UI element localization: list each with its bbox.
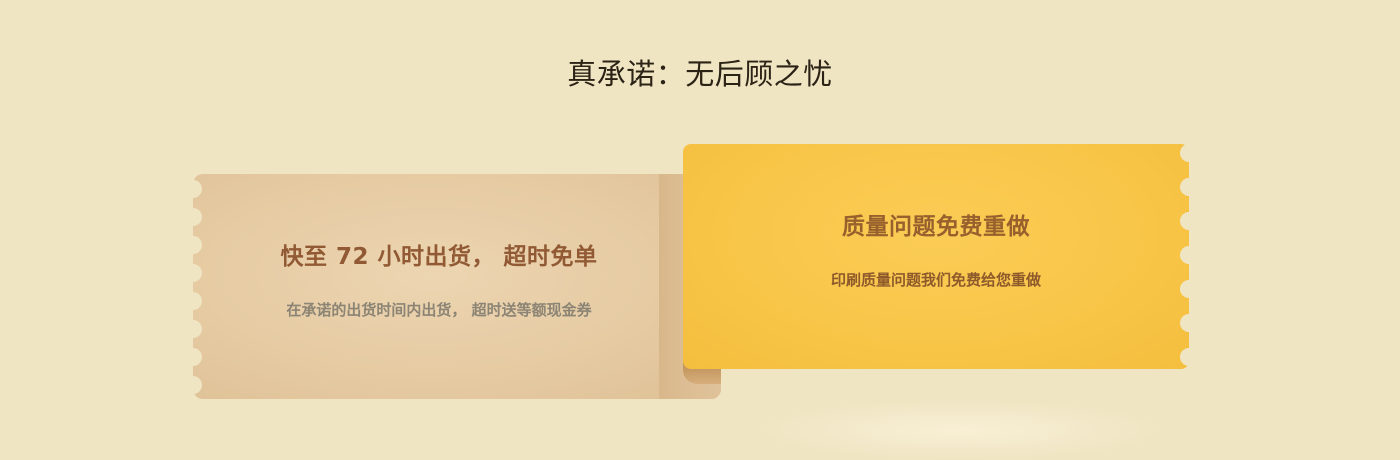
coupon-72-hour-delivery: 快至 72 小时出货， 超时免单 在承诺的出货时间内出货， 超时送等额现金券: [184, 174, 721, 399]
coupon-edge-notch: [184, 320, 202, 338]
coupon-edge-notch: [184, 180, 202, 198]
coupon-subtitle: 在承诺的出货时间内出货， 超时送等额现金券: [286, 301, 592, 319]
coupon-edge-notch: [184, 208, 202, 226]
coupon-free-reprint: 质量问题免费重做 印刷质量问题我们免费给您重做: [683, 144, 1198, 369]
coupon-edge-notch: [1180, 314, 1198, 332]
coupon-edge-notch: [1180, 348, 1198, 366]
coupon-title: 质量问题免费重做: [842, 214, 1030, 240]
coupon-title: 快至 72 小时出货， 超时免单: [280, 244, 598, 270]
coupon-edge-notch: [184, 376, 202, 394]
decorative-glow: [760, 400, 1160, 460]
coupon-subtitle: 印刷质量问题我们免费给您重做: [830, 271, 1041, 289]
coupon-edge-notch: [1180, 246, 1198, 264]
section-title: 真承诺：无后顾之忧: [567, 57, 833, 91]
coupon-edge-notch: [1180, 178, 1198, 196]
coupon-edge-notch: [184, 348, 202, 366]
coupon-edge-notch: [1180, 144, 1198, 162]
